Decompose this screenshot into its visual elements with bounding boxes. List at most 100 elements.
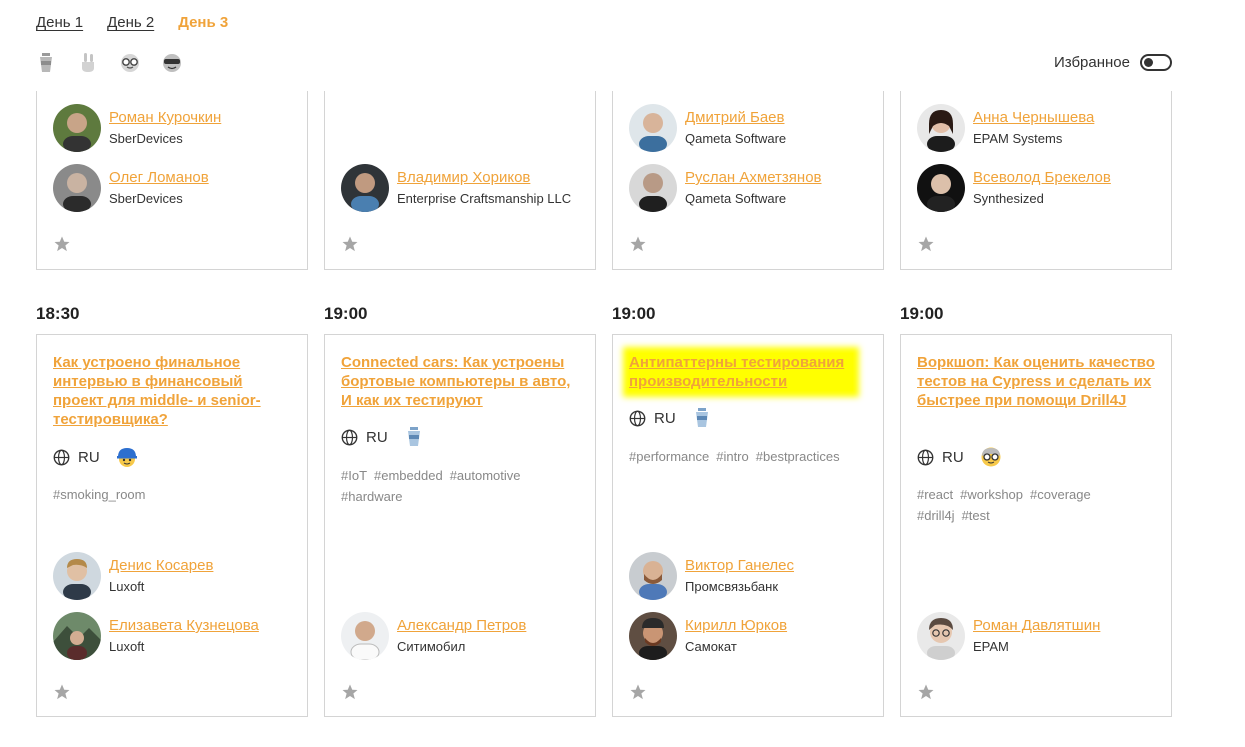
speaker-name[interactable]: Олег Ломанов <box>109 168 209 188</box>
tag[interactable]: #smoking_room <box>53 487 146 502</box>
time-slot: 18:30 <box>36 304 80 323</box>
talk-tags: #IoT #embedded #automotive #hardware <box>341 465 585 507</box>
speaker-company: SberDevices <box>109 131 183 146</box>
rock-hand-icon[interactable] <box>76 52 100 74</box>
star-icon[interactable] <box>341 683 359 701</box>
speaker-name[interactable]: Роман Курочкин <box>109 108 221 128</box>
tag[interactable]: #react <box>917 487 953 502</box>
speaker-company: Synthesized <box>973 191 1044 206</box>
avatar[interactable] <box>629 104 677 152</box>
speaker-company: Qameta Software <box>685 191 787 206</box>
avatar[interactable] <box>53 552 101 600</box>
tag[interactable]: #coverage <box>1030 487 1091 502</box>
tag[interactable]: #IoT <box>341 468 367 483</box>
cup-icon[interactable] <box>34 52 58 74</box>
speaker-company: Luxoft <box>109 579 145 594</box>
talk-card: Анна Чернышева EPAM Systems Всеволод Брек… <box>900 91 1172 270</box>
talk-card: Дмитрий Баев Qameta Software Руслан Ахмет… <box>612 91 884 270</box>
speaker-company: SberDevices <box>109 191 183 206</box>
star-icon[interactable] <box>53 683 71 701</box>
nerd-face-icon[interactable] <box>118 52 142 74</box>
talk-language: RU <box>942 448 964 466</box>
avatar[interactable] <box>629 164 677 212</box>
speaker: Анна Чернышева EPAM Systems <box>917 104 1094 152</box>
speaker-name[interactable]: Александр Петров <box>397 616 526 636</box>
talk-language: RU <box>78 448 100 466</box>
speaker: Денис Косарев Luxoft <box>53 552 213 600</box>
tag[interactable]: #test <box>962 508 990 523</box>
worker-face-icon <box>116 448 137 467</box>
avatar[interactable] <box>53 164 101 212</box>
speaker: Роман Курочкин SberDevices <box>53 104 221 152</box>
favorites-toggle[interactable] <box>1140 54 1172 71</box>
speaker-company: Luxoft <box>109 639 145 654</box>
speaker-name[interactable]: Руслан Ахметзянов <box>685 168 822 188</box>
speaker-name[interactable]: Виктор Ганелес <box>685 556 794 576</box>
star-icon[interactable] <box>629 235 647 253</box>
avatar[interactable] <box>53 104 101 152</box>
speaker-name[interactable]: Дмитрий Баев <box>685 108 786 128</box>
globe-icon <box>341 429 358 445</box>
speaker-name[interactable]: Роман Давлятшин <box>973 616 1100 636</box>
star-icon[interactable] <box>917 235 935 253</box>
speaker: Дмитрий Баев Qameta Software <box>629 104 786 152</box>
tab-day-1[interactable]: День 1 <box>36 14 83 31</box>
speaker-name[interactable]: Кирилл Юрков <box>685 616 787 636</box>
avatar[interactable] <box>341 612 389 660</box>
tab-day-2[interactable]: День 2 <box>107 14 154 31</box>
tag[interactable]: #embedded <box>374 468 443 483</box>
avatar[interactable] <box>917 104 965 152</box>
talk-card: Воркшоп: Как оценить качество тестов на … <box>900 334 1172 717</box>
avatar[interactable] <box>53 612 101 660</box>
tag[interactable]: #automotive <box>450 468 521 483</box>
tag[interactable]: #performance <box>629 449 709 464</box>
speaker: Елизавета Кузнецова Luxoft <box>53 612 259 660</box>
tag[interactable]: #bestpractices <box>756 449 840 464</box>
avatar[interactable] <box>629 552 677 600</box>
globe-icon <box>53 449 70 465</box>
cool-face-icon[interactable] <box>160 52 184 74</box>
talk-language: RU <box>654 409 676 427</box>
speaker-company: Промсвязьбанк <box>685 579 779 594</box>
star-icon[interactable] <box>53 235 71 253</box>
tab-day-3[interactable]: День 3 <box>178 14 228 31</box>
talk-meta: RU <box>341 427 422 447</box>
star-icon[interactable] <box>629 683 647 701</box>
speaker: Олег Ломанов SberDevices <box>53 164 209 212</box>
talk-title[interactable]: Как устроено финальное интервью в финанс… <box>53 353 295 429</box>
talk-title[interactable]: Антипаттерны тестирования производительн… <box>629 353 853 391</box>
tag[interactable]: #intro <box>716 449 749 464</box>
talk-meta: RU <box>53 446 138 468</box>
speaker: Всеволод Брекелов Synthesized <box>917 164 1111 212</box>
talk-title[interactable]: Connected cars: Как устроены бортовые ко… <box>341 353 583 410</box>
talk-card: Антипаттерны тестирования производительн… <box>612 334 884 717</box>
avatar[interactable] <box>917 612 965 660</box>
time-slot: 19:00 <box>612 304 656 323</box>
speaker-name[interactable]: Денис Косарев <box>109 556 213 576</box>
speaker-name[interactable]: Елизавета Кузнецова <box>109 616 259 636</box>
tag[interactable]: #workshop <box>960 487 1023 502</box>
talk-title[interactable]: Воркшоп: Как оценить качество тестов на … <box>917 353 1159 410</box>
time-slot: 19:00 <box>324 304 368 323</box>
avatar[interactable] <box>917 164 965 212</box>
speaker: Александр Петров Ситимобил <box>341 612 526 660</box>
tag[interactable]: #drill4j <box>917 508 955 523</box>
nerd-face-icon <box>981 447 1001 467</box>
avatar[interactable] <box>629 612 677 660</box>
speaker-company: Ситимобил <box>397 639 466 654</box>
star-icon[interactable] <box>341 235 359 253</box>
talk-meta: RU <box>917 446 1002 468</box>
speaker-name[interactable]: Анна Чернышева <box>973 108 1094 128</box>
speaker-name[interactable]: Всеволод Брекелов <box>973 168 1111 188</box>
tag[interactable]: #hardware <box>341 489 402 504</box>
level-filters <box>34 52 184 74</box>
avatar[interactable] <box>341 164 389 212</box>
talk-card: Владимир Хориков Enterprise Craftsmanship… <box>324 91 596 270</box>
speaker: Кирилл Юрков Самокат <box>629 612 787 660</box>
speaker: Роман Давлятшин EPAM <box>917 612 1100 660</box>
talk-card: Роман Курочкин SberDevices Олег Ломанов Sb… <box>36 91 308 270</box>
globe-icon <box>629 410 646 426</box>
star-icon[interactable] <box>917 683 935 701</box>
favorites-filter[interactable]: Избранное <box>1054 54 1172 71</box>
speaker-name[interactable]: Владимир Хориков <box>397 168 571 188</box>
